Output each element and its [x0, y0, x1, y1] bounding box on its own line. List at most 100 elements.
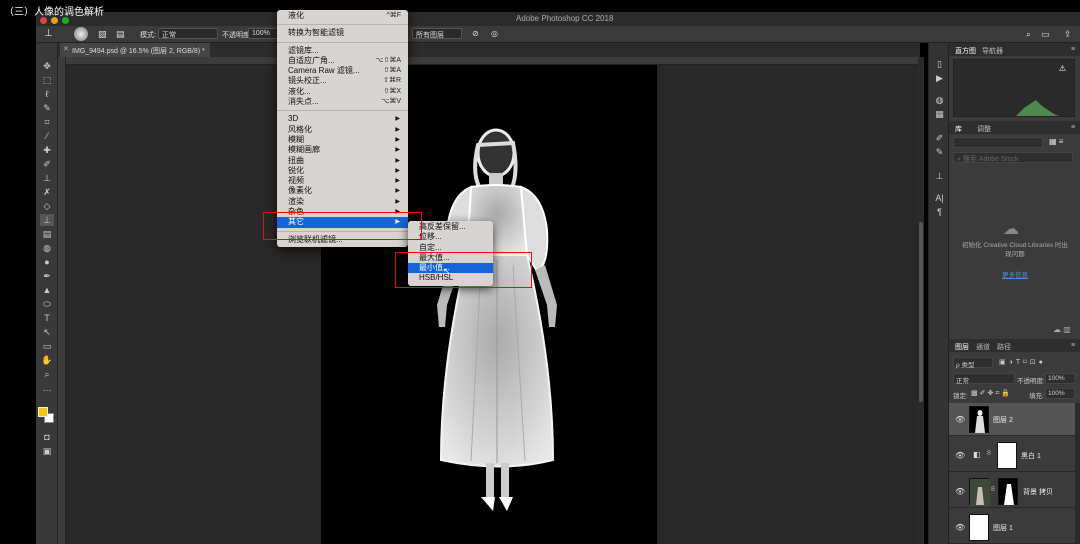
lasso-tool-icon[interactable]: ℓ [40, 88, 54, 100]
tab-adjustments[interactable]: 调整 [977, 124, 991, 134]
library-select[interactable] [953, 137, 1043, 148]
chain-link-icon[interactable]: 8 [991, 486, 995, 493]
marquee-tool-icon[interactable]: ⬚ [40, 74, 54, 86]
menu-item[interactable]: 镜头校正... ⇧⌘R [277, 76, 408, 86]
layer-filter-select[interactable]: ρ 类型 [953, 357, 993, 369]
layer-row[interactable]: 👁 图层 1 [949, 511, 1075, 544]
sample-select[interactable]: 所有图层 [412, 28, 462, 39]
ignore-adjustment-icon[interactable]: ⊘ [472, 29, 479, 38]
more-info-link[interactable]: 更多信息 [989, 269, 1041, 279]
close-tab-icon[interactable]: ✕ [63, 45, 69, 53]
mode-select[interactable]: 正常 [158, 28, 218, 39]
menu-item[interactable]: 3D ▶ [277, 114, 408, 124]
layers-scrollbar[interactable] [1075, 403, 1080, 544]
lock-icons[interactable]: ▩✐✥⌗🔒 [971, 389, 1012, 398]
clone-source-panel-icon[interactable]: ⊥ [934, 171, 945, 182]
history-icon[interactable]: ▯ [934, 59, 945, 70]
menu-item[interactable]: 消失点... ⌥⌘V [277, 97, 408, 107]
blend-mode-select[interactable]: 正常 [953, 373, 1015, 385]
menu-item[interactable]: 渲染 ▶ [277, 197, 408, 207]
layer-row[interactable]: 👁 图层 2 [949, 403, 1075, 436]
color-icon[interactable]: ◍ [934, 95, 945, 106]
brush-panel-icon[interactable]: ▨ [98, 29, 107, 40]
foreground-color-swatch[interactable] [38, 407, 48, 417]
tab-libraries[interactable]: 库 [955, 124, 962, 134]
library-search-input[interactable]: ⌕ 搜索 Adobe Stock [953, 152, 1073, 163]
layer-mask-thumbnail[interactable] [997, 442, 1017, 469]
quick-select-tool-icon[interactable]: ✎ [40, 102, 54, 114]
pressure-icon[interactable]: ◎ [491, 29, 498, 38]
menu-item[interactable]: 像素化 ▶ [277, 186, 408, 196]
character-icon[interactable]: A| [934, 193, 945, 203]
screen-mode-icon[interactable]: ▣ [40, 445, 54, 457]
ellipse-tool-icon[interactable]: ⬭ [40, 298, 54, 310]
share-icon[interactable]: ⇪ [1064, 29, 1072, 40]
move-tool-icon[interactable]: ✥ [40, 60, 54, 72]
clone-stamp-tool-icon[interactable]: ⊥ [40, 214, 54, 226]
pen-tool-icon[interactable]: ✒ [40, 270, 54, 282]
quick-mask-icon[interactable]: ◘ [40, 431, 54, 443]
brushes-icon[interactable]: ✎ [934, 147, 945, 158]
fill-input[interactable]: 100% [1045, 388, 1075, 399]
layer-filter-icons[interactable]: ▣◑T⌑⊡● [999, 358, 1046, 366]
menu-item[interactable]: 滤镜库... [277, 46, 408, 56]
layer-mask-thumbnail[interactable] [998, 478, 1018, 505]
brush-tool-icon[interactable]: ✐ [40, 158, 54, 170]
menu-item[interactable]: 液化 ^⌘F [277, 11, 408, 21]
stamp-tool-icon[interactable]: ⊥ [40, 172, 54, 184]
cc-sync-icon[interactable]: ☁ ▥ [1053, 325, 1071, 334]
minimize-window-button[interactable] [51, 17, 58, 24]
chain-link-icon[interactable]: 8 [987, 450, 991, 457]
brush-preset-icon[interactable] [74, 27, 88, 41]
visibility-eye-icon[interactable]: 👁 [955, 487, 965, 496]
menu-item[interactable]: 自适应广角... ⌥⇧⌘A [277, 56, 408, 66]
path-select-tool-icon[interactable]: ↖ [40, 326, 54, 338]
workspace-icon[interactable]: ▭ [1041, 29, 1050, 40]
menu-item[interactable]: 转换为智能滤镜 [277, 28, 408, 38]
close-window-button[interactable] [40, 17, 47, 24]
play-actions-icon[interactable]: ▶ [934, 73, 945, 84]
hand-tool-icon[interactable]: ✋ [40, 354, 54, 366]
scrollbar-thumb[interactable] [919, 222, 923, 402]
tab-histogram[interactable]: 直方图 [955, 46, 976, 56]
layer-row[interactable]: 👁 ◧ 8 黑白 1 [949, 439, 1075, 472]
warning-icon[interactable]: ⚠ [1059, 64, 1066, 73]
zoom-tool-icon[interactable]: ⌕ [40, 368, 54, 380]
more-tools-icon[interactable]: … [40, 382, 54, 394]
menu-item[interactable]: 锐化 ▶ [277, 166, 408, 176]
menu-item[interactable]: 模糊 ▶ [277, 135, 408, 145]
tab-layers[interactable]: 图层 [955, 342, 969, 352]
swatches-icon[interactable]: ▦ [934, 109, 945, 120]
panel-menu-icon[interactable]: ≡ [1071, 46, 1075, 53]
shape-tool-icon[interactable]: ▭ [40, 340, 54, 352]
menu-item[interactable]: 液化... ⇧⌘X [277, 87, 408, 97]
paragraph-icon[interactable]: ¶ [934, 207, 945, 217]
menu-item[interactable]: 模糊画廊 ▶ [277, 145, 408, 155]
crop-tool-icon[interactable]: ⌗ [40, 116, 54, 128]
clone-source-icon[interactable]: ▤ [116, 29, 125, 40]
menu-item[interactable]: 风格化 ▶ [277, 125, 408, 135]
gradient-tool-icon[interactable]: ▤ [40, 228, 54, 240]
visibility-eye-icon[interactable]: 👁 [955, 451, 965, 460]
visibility-eye-icon[interactable]: 👁 [955, 415, 965, 424]
menu-item[interactable]: 视频 ▶ [277, 176, 408, 186]
stamp-tool-icon[interactable]: ⊥ [44, 28, 53, 39]
eyedropper-tool-icon[interactable]: ⁄ [40, 130, 54, 142]
history-brush-icon[interactable]: ✗ [40, 186, 54, 198]
type-tool-icon[interactable]: T [40, 312, 54, 324]
tab-paths[interactable]: 路径 [997, 342, 1011, 352]
vertical-scrollbar[interactable] [918, 57, 924, 544]
triangle-tool-icon[interactable]: ▲ [40, 284, 54, 296]
grid-view-icon[interactable]: ▦ ≡ [1049, 137, 1063, 146]
menu-item[interactable]: 扭曲 ▶ [277, 156, 408, 166]
menu-item[interactable]: Camera Raw 滤镜... ⇧⌘A [277, 66, 408, 76]
healing-tool-icon[interactable]: ✚ [40, 144, 54, 156]
eraser-tool-icon[interactable]: ◇ [40, 200, 54, 212]
document-tab[interactable]: ✕ IMG_9494.psd @ 16.5% (图层 2, RGB/8) * [60, 43, 210, 57]
layer-opacity-input[interactable]: 100% [1045, 373, 1075, 384]
panel-menu-icon[interactable]: ≡ [1071, 124, 1075, 131]
visibility-eye-icon[interactable]: 👁 [955, 523, 965, 532]
search-icon[interactable]: ⌕ [1026, 29, 1031, 40]
panel-menu-icon[interactable]: ≡ [1071, 342, 1075, 349]
zoom-window-button[interactable] [62, 17, 69, 24]
